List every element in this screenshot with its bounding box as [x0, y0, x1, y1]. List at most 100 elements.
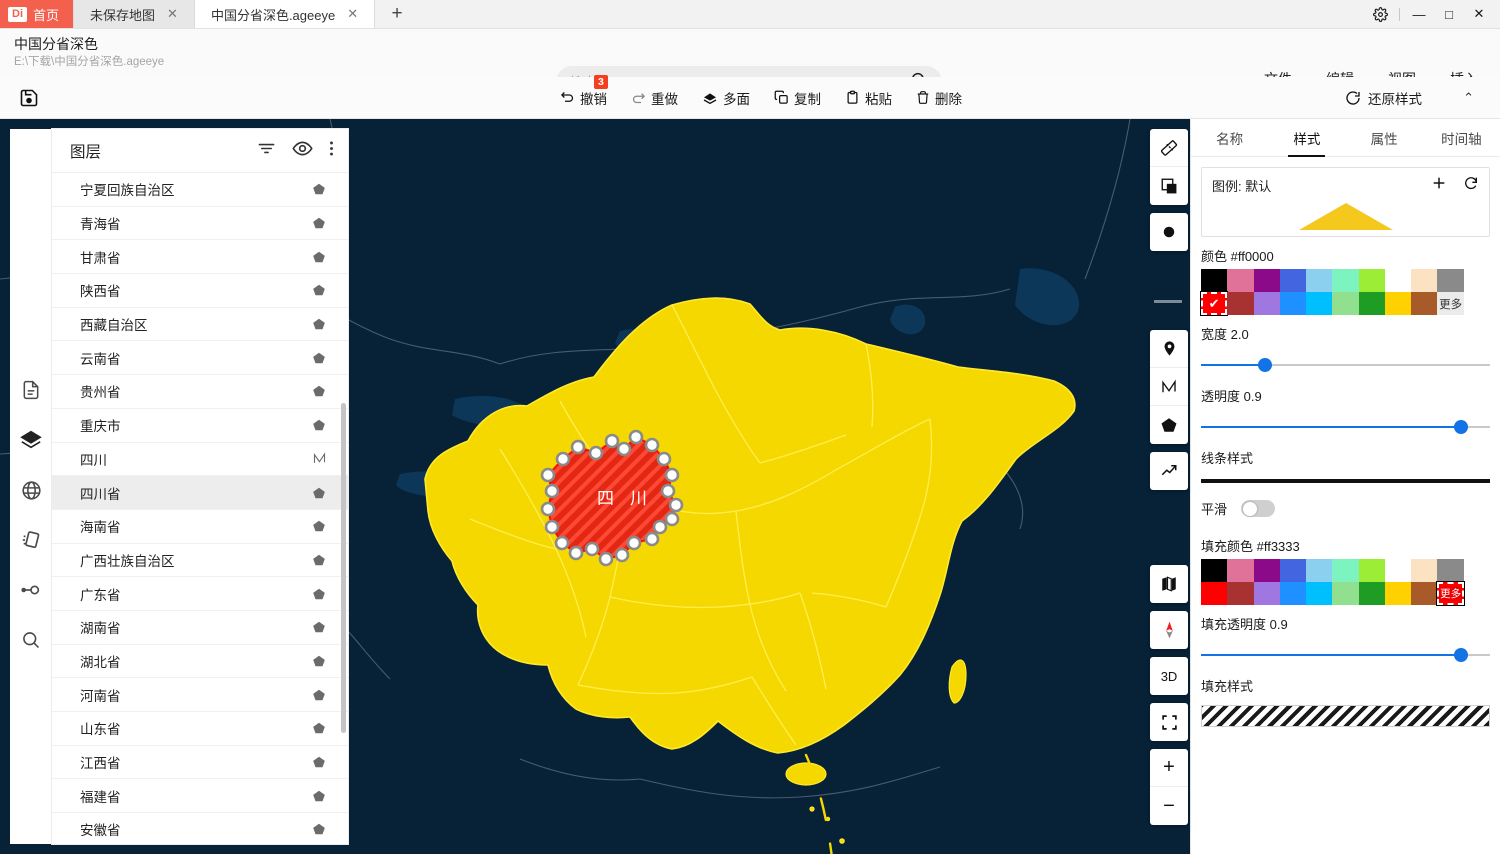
- list-item[interactable]: 湖南省: [52, 611, 348, 645]
- sidebar-item-connector[interactable]: [18, 577, 44, 603]
- smooth-toggle[interactable]: [1241, 500, 1276, 517]
- multiface-button[interactable]: 多面: [702, 88, 750, 108]
- color-swatch[interactable]: [1306, 292, 1333, 315]
- color-swatch[interactable]: [1201, 559, 1228, 582]
- compass-icon[interactable]: [1150, 611, 1188, 649]
- polygon-icon[interactable]: [310, 822, 328, 836]
- trend-arrow-icon[interactable]: [1150, 452, 1188, 490]
- color-swatch[interactable]: [1279, 292, 1307, 315]
- color-swatch[interactable]: [1332, 582, 1359, 605]
- list-item[interactable]: 贵州省: [52, 375, 348, 409]
- color-swatch[interactable]: [1411, 269, 1438, 292]
- zoom-in-button[interactable]: +: [1150, 749, 1188, 787]
- more-colors-button[interactable]: 更多: [1436, 581, 1465, 606]
- gear-icon[interactable]: [1365, 0, 1395, 29]
- sidebar-item-globe[interactable]: [18, 477, 44, 503]
- close-icon[interactable]: ✕: [347, 6, 358, 22]
- more-vertical-icon[interactable]: [329, 139, 334, 163]
- opacity-slider[interactable]: [1201, 415, 1490, 439]
- plus-icon[interactable]: [1431, 175, 1447, 196]
- sidebar-item-search[interactable]: [18, 627, 44, 653]
- color-swatch[interactable]: [1306, 269, 1333, 292]
- polygon-icon[interactable]: [310, 216, 328, 230]
- circle-icon[interactable]: [1150, 213, 1188, 251]
- polyline-icon[interactable]: [1150, 368, 1188, 406]
- fill-opacity-slider-knob[interactable]: [1454, 648, 1469, 662]
- list-item[interactable]: 云南省: [52, 341, 348, 376]
- opacity-slider-knob[interactable]: [1454, 420, 1469, 434]
- copy-button[interactable]: 复制: [774, 88, 821, 108]
- fullscreen-icon[interactable]: [1150, 703, 1188, 741]
- color-swatch[interactable]: [1306, 559, 1333, 582]
- layers-list[interactable]: 宁夏回族自治区 青海省 甘肃省 陕西省 西藏自治区 云南省 贵州省 重庆市 四川 四川省 海南省 广西…: [52, 173, 348, 844]
- tab-unsaved-map[interactable]: 未保存地图 ✕: [74, 0, 195, 28]
- filter-icon[interactable]: [257, 139, 276, 163]
- polygon-icon[interactable]: [310, 789, 328, 803]
- more-colors-button[interactable]: 更多: [1437, 292, 1464, 315]
- stroke-color-swatches-row2[interactable]: ✔ 更多: [1199, 291, 1490, 316]
- color-swatch[interactable]: [1384, 582, 1412, 605]
- list-item[interactable]: 西藏自治区: [52, 308, 348, 342]
- list-item[interactable]: 安徽省: [52, 813, 348, 844]
- new-tab-button[interactable]: +: [375, 0, 420, 28]
- color-swatch[interactable]: [1437, 269, 1464, 292]
- polygon-icon[interactable]: [310, 688, 328, 702]
- list-item[interactable]: 宁夏回族自治区: [52, 173, 348, 207]
- zoom-out-button[interactable]: −: [1150, 787, 1188, 825]
- color-swatch[interactable]: [1411, 292, 1438, 315]
- polygon-icon[interactable]: [310, 587, 328, 601]
- list-item[interactable]: 江西省: [52, 746, 348, 780]
- polygon-icon[interactable]: [310, 519, 328, 533]
- polygon-icon[interactable]: [310, 755, 328, 769]
- color-swatch[interactable]: [1332, 292, 1359, 315]
- color-swatch[interactable]: [1227, 559, 1254, 582]
- marker-pin-icon[interactable]: [1150, 330, 1188, 368]
- polygon-icon[interactable]: [310, 283, 328, 297]
- restore-style-button[interactable]: 还原样式: [1345, 88, 1422, 108]
- list-item[interactable]: 广东省: [52, 577, 348, 611]
- list-item[interactable]: 河南省: [52, 678, 348, 712]
- polygon-icon[interactable]: [310, 384, 328, 398]
- fill-color-swatches-row2[interactable]: 更多: [1201, 581, 1490, 606]
- fill-style-preview[interactable]: [1201, 705, 1490, 727]
- tab-china-dark[interactable]: 中国分省深色.ageeye ✕: [194, 0, 376, 28]
- color-swatch[interactable]: [1253, 292, 1280, 315]
- list-item[interactable]: 陕西省: [52, 274, 348, 308]
- polygon-icon[interactable]: [310, 317, 328, 331]
- color-swatch[interactable]: [1332, 559, 1359, 582]
- collapse-toolbar-button[interactable]: ⌃: [1463, 90, 1474, 106]
- list-item[interactable]: 重庆市: [52, 409, 348, 443]
- stroke-color-swatches-row1[interactable]: [1201, 269, 1490, 292]
- polygon-icon[interactable]: [310, 351, 328, 365]
- polygon-icon[interactable]: [310, 654, 328, 668]
- fill-opacity-slider[interactable]: [1201, 643, 1490, 667]
- color-swatch[interactable]: [1384, 559, 1412, 582]
- polygon-icon[interactable]: [310, 250, 328, 264]
- width-slider-knob[interactable]: [1257, 358, 1272, 372]
- color-swatch[interactable]: [1332, 269, 1359, 292]
- list-item[interactable]: 甘肃省: [52, 240, 348, 275]
- color-swatch[interactable]: [1279, 559, 1307, 582]
- color-swatch[interactable]: [1358, 269, 1385, 292]
- color-swatch[interactable]: [1279, 582, 1307, 605]
- color-swatch[interactable]: [1253, 269, 1280, 292]
- color-swatch[interactable]: [1437, 559, 1464, 582]
- list-item[interactable]: 四川: [52, 443, 348, 477]
- list-item[interactable]: 福建省: [52, 779, 348, 814]
- sidebar-item-document[interactable]: [18, 377, 44, 403]
- polygon-icon[interactable]: [310, 553, 328, 567]
- width-slider[interactable]: [1201, 353, 1490, 377]
- three-d-button[interactable]: 3D: [1150, 657, 1188, 695]
- sidebar-item-basemap[interactable]: [18, 527, 44, 553]
- color-swatch[interactable]: [1227, 582, 1254, 605]
- tab-home[interactable]: Di 首页: [0, 0, 75, 28]
- tab-attributes[interactable]: 属性: [1346, 119, 1423, 156]
- polygon-icon[interactable]: [310, 486, 328, 500]
- color-swatch[interactable]: [1227, 269, 1254, 292]
- line-style-preview[interactable]: [1201, 479, 1490, 483]
- color-swatch[interactable]: [1384, 269, 1412, 292]
- color-swatch[interactable]: [1384, 292, 1412, 315]
- delete-button[interactable]: 删除: [916, 88, 962, 108]
- color-swatch[interactable]: [1279, 269, 1307, 292]
- polyline-icon[interactable]: [310, 451, 328, 466]
